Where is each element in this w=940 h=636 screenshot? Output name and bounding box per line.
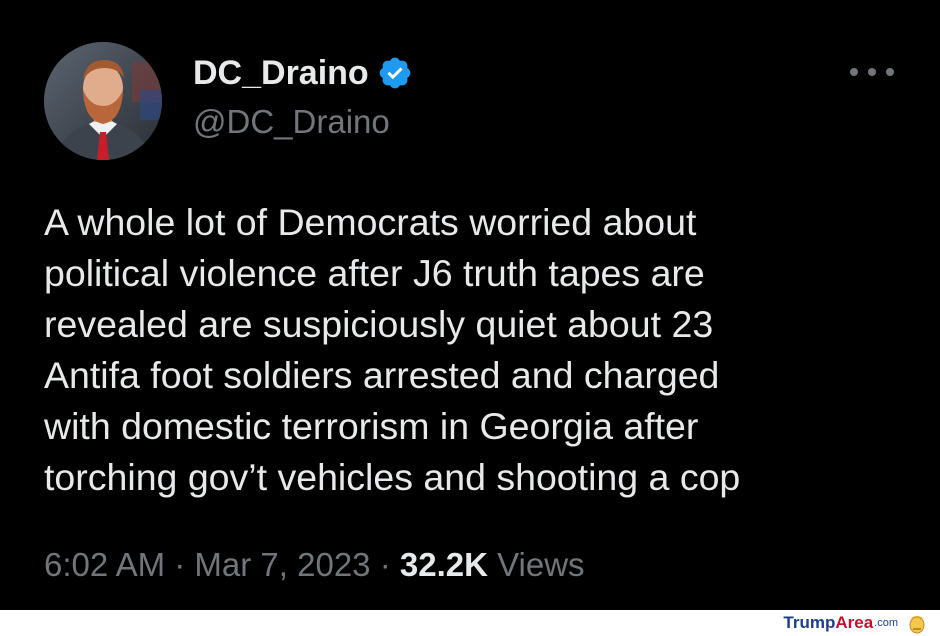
watermark-area: Area [835, 613, 874, 632]
verified-badge-icon [379, 57, 411, 89]
meta-separator: · [174, 546, 195, 583]
watermark-logo-icon [909, 616, 925, 634]
author-display-name[interactable]: DC_Draino [193, 54, 369, 93]
author-name-row: DC_Draino [193, 52, 413, 94]
views-count: 32.2K [399, 546, 488, 583]
avatar-photo [44, 42, 162, 160]
screenshot-page: DC_Draino @DC_Draino A whole lot of Demo… [0, 0, 940, 636]
watermark-bar: Trump Area .com [0, 610, 940, 636]
watermark: Trump Area .com [783, 612, 928, 634]
tweet-meta: 6:02 AM · Mar 7, 2023 · 32.2K Views [44, 546, 585, 584]
tweet-text: A whole lot of Democrats worried about p… [44, 201, 741, 498]
more-options-icon[interactable] [850, 60, 894, 84]
tweet-time[interactable]: 6:02 AM [44, 546, 165, 583]
more-dot [886, 68, 894, 76]
tweet-date[interactable]: Mar 7, 2023 [194, 546, 370, 583]
avatar[interactable] [44, 42, 162, 160]
author-handle[interactable]: @DC_Draino [193, 103, 390, 141]
more-dot [850, 68, 858, 76]
more-dot [868, 68, 876, 76]
tweet-card: DC_Draino @DC_Draino A whole lot of Demo… [0, 0, 940, 610]
views-label: Views [497, 546, 585, 583]
meta-separator: · [379, 546, 400, 583]
watermark-trump: Trump [783, 613, 836, 632]
watermark-suffix: .com [874, 617, 898, 629]
